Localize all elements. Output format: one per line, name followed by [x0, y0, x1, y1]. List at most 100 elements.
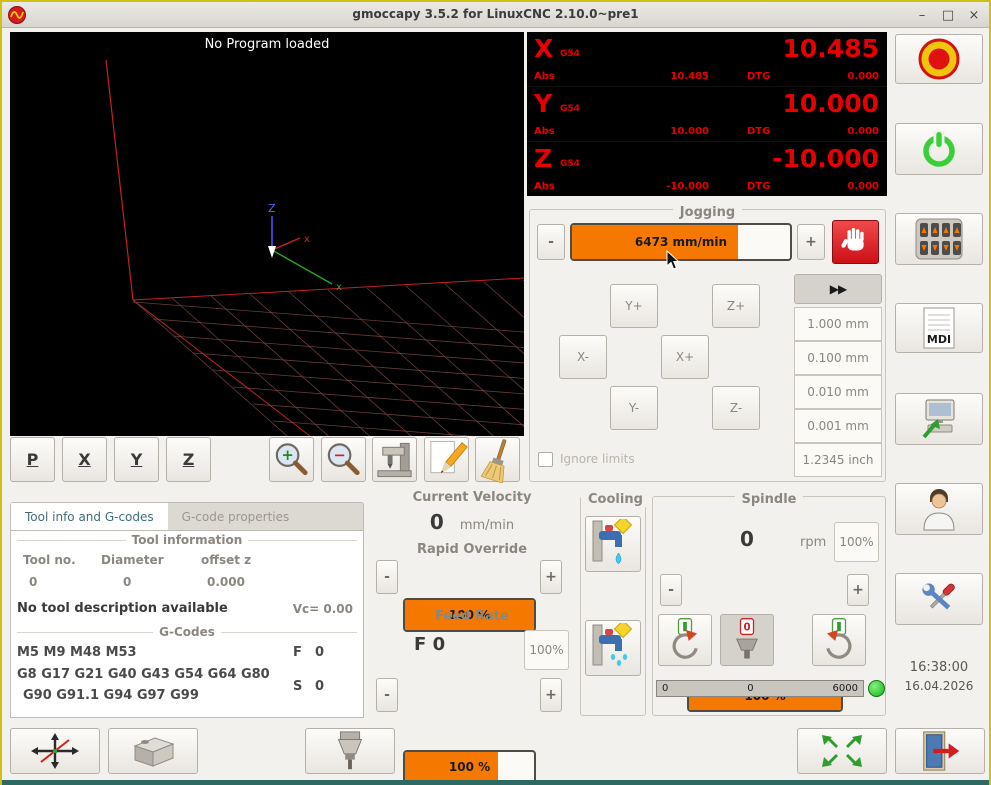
offset-z-value: 0.000: [207, 575, 245, 589]
view-z-button[interactable]: Z: [166, 437, 211, 482]
dro-x-dtg-label: DTG: [747, 71, 771, 82]
toggle-dimensions-button[interactable]: [372, 437, 417, 482]
f-word-label: F: [293, 645, 302, 660]
increment-001mm-button[interactable]: 0.010 mm: [794, 375, 882, 409]
emergency-stop-icon: [918, 38, 960, 80]
coordinate-system-icon: [31, 733, 79, 769]
user-icon: [923, 489, 955, 531]
dro-x-abs-value: 10.485: [670, 71, 709, 82]
fullscreen-button[interactable]: [797, 728, 887, 774]
machine-on-button[interactable]: [895, 123, 983, 175]
jog-z-minus-button[interactable]: Z-: [712, 386, 760, 430]
spindle-stop-icon: 0: [736, 618, 758, 659]
spindle-left-button[interactable]: [658, 614, 712, 666]
flood-faucet-icon: [592, 519, 633, 564]
tab-tool-info[interactable]: Tool info and G-codes: [11, 503, 168, 530]
mist-coolant-button[interactable]: [585, 620, 641, 676]
spindle-reset-button[interactable]: 100%: [834, 522, 879, 562]
spindle-plus-button[interactable]: +: [847, 574, 869, 606]
increment-01mm-button[interactable]: 0.100 mm: [794, 341, 882, 375]
close-button[interactable]: ×: [967, 8, 981, 23]
tool-information-header: Tool information: [17, 533, 357, 547]
cooling-title: Cooling: [581, 492, 650, 507]
jog-y-minus-button[interactable]: Y-: [610, 386, 658, 430]
spindle-minus-button[interactable]: -: [660, 574, 682, 606]
turtle-jog-mode-button[interactable]: [832, 220, 879, 264]
tool-change-button[interactable]: [305, 728, 395, 774]
computer-run-icon: [922, 399, 955, 439]
settings-button[interactable]: [895, 573, 983, 625]
spindle-rpm-unit: rpm: [800, 535, 827, 550]
spindle-at-speed-led: [868, 680, 885, 697]
rapid-override-title: Rapid Override: [416, 542, 528, 557]
s-word-label: S: [293, 679, 303, 694]
zoom-out-button[interactable]: −: [321, 437, 366, 482]
diameter-value: 0: [123, 575, 132, 589]
mode-manual-button[interactable]: [895, 213, 983, 265]
jog-z-plus-button[interactable]: Z+: [712, 284, 760, 328]
spindle-right-button[interactable]: [812, 614, 866, 666]
gmoccapy-window: gmoccapy 3.5.2 for LinuxCNC 2.10.0~pre1 …: [0, 0, 991, 785]
spindle-bar-current: 0: [747, 683, 754, 694]
edit-program-button[interactable]: [424, 437, 469, 482]
spindle-rpm-value: 0: [740, 527, 754, 551]
touch-off-button[interactable]: [10, 728, 100, 774]
dro-row-x[interactable]: X G54 10.485 Abs 10.485 DTG 0.000: [527, 32, 887, 87]
maximize-button[interactable]: □: [941, 8, 955, 23]
tab-gcode-properties[interactable]: G-code properties: [168, 503, 304, 530]
dro-row-z[interactable]: Z G54 -10.000 Abs -10.000 DTG 0.000: [527, 142, 887, 196]
zoom-in-button[interactable]: +: [269, 437, 314, 482]
user-tabs-button[interactable]: [895, 483, 983, 535]
diameter-header: Diameter: [101, 553, 164, 567]
dro-row-y[interactable]: Y G54 10.000 Abs 10.000 DTG 0.000: [527, 87, 887, 142]
spindle-title: Spindle: [734, 492, 804, 507]
axis-z-label: Z: [268, 202, 276, 215]
feed-reset-button[interactable]: 100%: [524, 630, 569, 670]
s-word-value: 0: [315, 679, 325, 694]
feed-override-value: 100 %: [448, 760, 491, 774]
rapid-minus-button[interactable]: -: [376, 560, 398, 594]
mode-auto-button[interactable]: [895, 393, 983, 445]
jog-x-plus-button[interactable]: X+: [661, 335, 709, 379]
increment-1mm-button[interactable]: 1.000 mm: [794, 307, 882, 341]
view-perspective-button[interactable]: P: [10, 437, 55, 482]
estop-button[interactable]: [895, 34, 983, 84]
clear-preview-button[interactable]: [475, 437, 520, 483]
jog-y-plus-button[interactable]: Y+: [610, 284, 658, 328]
increment-inch-button[interactable]: 1.2345 inch: [794, 443, 882, 477]
flood-coolant-button[interactable]: [585, 516, 641, 572]
dro-x-abs-label: Abs: [534, 71, 555, 82]
feed-minus-button[interactable]: -: [376, 678, 398, 712]
touch-plate-icon: [133, 737, 175, 767]
active-gcodes-2: G90 G91.1 G94 G97 G99: [23, 688, 199, 703]
gremlin-preview[interactable]: Z x x No Program loaded: [10, 32, 694, 452]
svg-text:0: 0: [743, 623, 750, 634]
ignore-limits-checkbox[interactable]: [538, 452, 553, 467]
increment-0001mm-button[interactable]: 0.001 mm: [794, 409, 882, 443]
jog-speed-minus-button[interactable]: -: [537, 224, 565, 260]
jog-x-minus-button[interactable]: X-: [559, 335, 607, 379]
expand-arrows-icon: [822, 735, 862, 767]
spindle-bar-max: 6000: [832, 683, 858, 694]
axis-x2-label: x: [336, 282, 342, 293]
feed-plus-button[interactable]: +: [540, 678, 562, 712]
jog-speed-plus-button[interactable]: +: [797, 224, 825, 260]
zoom-in-icon: +: [275, 442, 308, 475]
spindle-stop-button[interactable]: 0: [720, 614, 774, 666]
jog-speed-value: 6473 mm/min: [634, 235, 728, 249]
rapid-plus-button[interactable]: +: [540, 560, 562, 594]
feed-override-slider[interactable]: 100 %: [403, 750, 536, 784]
continuous-jog-button[interactable]: ▶▶: [794, 274, 882, 304]
dro-z-letter: Z: [534, 144, 553, 173]
mode-mdi-button[interactable]: MDI: [895, 303, 983, 353]
dro-y-abs-value: 10.000: [670, 126, 709, 137]
exit-button[interactable]: [895, 728, 985, 774]
view-x-button[interactable]: X: [62, 437, 107, 482]
dro-z-abs-label: Abs: [534, 181, 555, 192]
axis-x-label: x: [304, 234, 310, 245]
block-height-button[interactable]: [108, 728, 198, 774]
view-y-button[interactable]: Y: [114, 437, 159, 482]
hand-jog-icon: [840, 227, 864, 251]
minimize-button[interactable]: –: [915, 8, 929, 23]
jog-keypad-icon: [915, 218, 963, 260]
